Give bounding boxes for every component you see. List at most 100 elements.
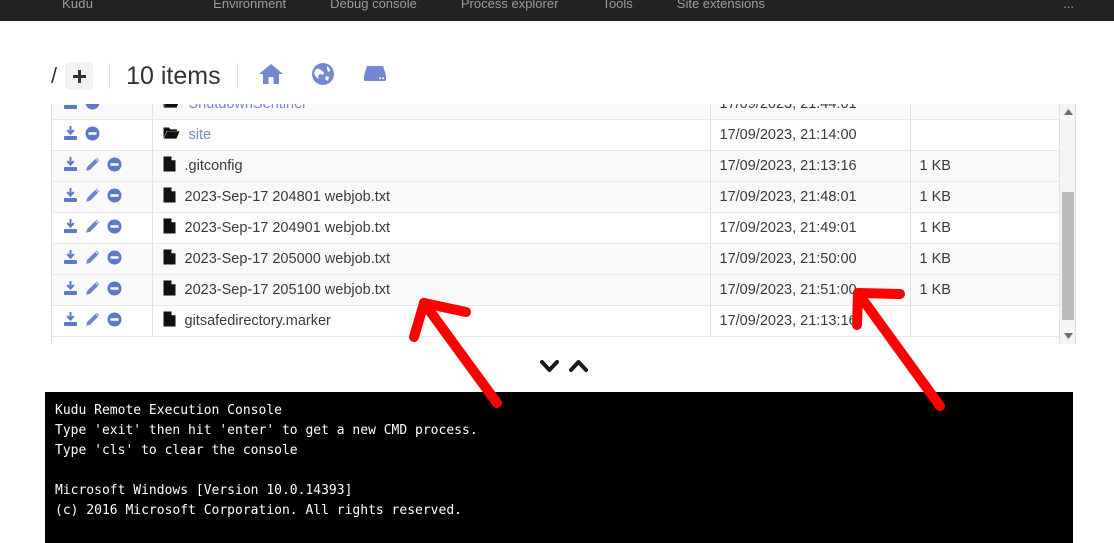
- row-name-label[interactable]: gitsafedirectory.marker: [185, 313, 331, 329]
- file-icon: [163, 187, 176, 207]
- row-modified-cell: 17/09/2023, 21:13:16: [709, 150, 910, 182]
- edit-pencil-icon[interactable]: [85, 312, 100, 331]
- chevron-up-icon[interactable]: [569, 360, 588, 378]
- row-actions-cell: [52, 150, 153, 182]
- breadcrumb-root[interactable]: /: [51, 63, 57, 89]
- file-icon: [163, 249, 176, 269]
- row-actions-cell: [52, 274, 153, 306]
- table-row[interactable]: .gitconfig 17/09/2023, 21:13:16 1 KB: [52, 150, 1060, 182]
- row-name-label[interactable]: .gitconfig: [185, 158, 243, 174]
- download-icon[interactable]: [63, 187, 78, 207]
- table-row[interactable]: gitsafedirectory.marker 17/09/2023, 21:13…: [52, 305, 1060, 337]
- download-icon[interactable]: [63, 311, 78, 331]
- nav-link-tools[interactable]: Tools: [602, 0, 632, 11]
- hard-drive-icon[interactable]: [362, 63, 388, 90]
- row-size-cell: [909, 119, 1060, 151]
- file-browser-header: / 10 items: [51, 54, 388, 98]
- row-modified-cell: 17/09/2023, 21:50:00: [709, 243, 910, 275]
- table-row[interactable]: ShutdownSentinel 17/09/2023, 21:44:01: [52, 104, 1060, 120]
- console-line: Type 'exit' then hit 'enter' to get a ne…: [55, 423, 478, 438]
- row-name-label[interactable]: site: [189, 127, 212, 143]
- scroll-down-arrow-icon[interactable]: [1060, 328, 1075, 344]
- edit-pencil-icon[interactable]: [85, 157, 100, 176]
- download-icon[interactable]: [63, 249, 78, 269]
- delete-minus-circle-icon[interactable]: [107, 250, 122, 269]
- table-row[interactable]: 2023-Sep-17 205000 webjob.txt 17/09/2023,…: [52, 243, 1060, 275]
- row-modified-cell: 17/09/2023, 21:44:01: [709, 104, 910, 120]
- row-name-cell: 2023-Sep-17 205100 webjob.txt: [152, 274, 710, 306]
- edit-pencil-icon[interactable]: [85, 281, 100, 300]
- table-row[interactable]: 2023-Sep-17 205100 webjob.txt 17/09/2023,…: [52, 274, 1060, 306]
- row-name-label[interactable]: 2023-Sep-17 204801 webjob.txt: [185, 189, 391, 205]
- scrollbar-thumb[interactable]: [1062, 192, 1074, 320]
- delete-minus-circle-icon[interactable]: [107, 312, 122, 331]
- row-name-cell: site: [152, 119, 710, 151]
- row-name-cell: 2023-Sep-17 205000 webjob.txt: [152, 243, 710, 275]
- download-icon[interactable]: [63, 280, 78, 300]
- console-line: Type 'cls' to clear the console: [55, 443, 298, 458]
- nav-link-process-explorer[interactable]: Process explorer: [461, 0, 559, 11]
- file-table-container: ShutdownSentinel 17/09/2023, 21:44:01 site…: [51, 104, 1076, 344]
- console-line: (c) 2016 Microsoft Corporation. All righ…: [55, 503, 462, 518]
- delete-minus-circle-icon[interactable]: [107, 219, 122, 238]
- table-row[interactable]: 2023-Sep-17 204901 webjob.txt 17/09/2023,…: [52, 212, 1060, 244]
- file-table: ShutdownSentinel 17/09/2023, 21:44:01 site…: [52, 104, 1060, 337]
- row-actions-cell: [52, 212, 153, 244]
- row-name-label[interactable]: 2023-Sep-17 205100 webjob.txt: [185, 282, 391, 298]
- chevron-down-icon[interactable]: [540, 360, 559, 378]
- navbar-links: Environment Debug console Process explor…: [213, 0, 765, 11]
- table-row[interactable]: 2023-Sep-17 204801 webjob.txt 17/09/2023,…: [52, 181, 1060, 213]
- download-icon[interactable]: [63, 125, 78, 145]
- row-name-cell: gitsafedirectory.marker: [152, 305, 710, 337]
- row-modified-cell: 17/09/2023, 21:51:00: [709, 274, 910, 306]
- row-size-cell: 1 KB: [909, 243, 1060, 275]
- row-actions-cell: [52, 104, 153, 120]
- row-name-label[interactable]: 2023-Sep-17 204901 webjob.txt: [185, 220, 391, 236]
- delete-minus-circle-icon[interactable]: [107, 281, 122, 300]
- navbar-user-menu[interactable]: ...: [1063, 0, 1074, 11]
- home-icon[interactable]: [258, 62, 284, 91]
- row-name-label[interactable]: 2023-Sep-17 205000 webjob.txt: [185, 251, 391, 267]
- globe-icon[interactable]: [311, 62, 335, 91]
- delete-minus-circle-icon[interactable]: [107, 188, 122, 207]
- nav-link-environment[interactable]: Environment: [213, 0, 286, 11]
- edit-pencil-icon[interactable]: [85, 188, 100, 207]
- download-icon[interactable]: [63, 218, 78, 238]
- row-modified-cell: 17/09/2023, 21:13:16: [709, 305, 910, 337]
- edit-pencil-icon[interactable]: [85, 219, 100, 238]
- scroll-up-arrow-icon[interactable]: [1060, 104, 1075, 120]
- row-name-cell: ShutdownSentinel: [152, 104, 710, 120]
- file-icon: [163, 311, 176, 331]
- download-icon[interactable]: [63, 104, 78, 114]
- folder-icon: [163, 104, 180, 113]
- file-table-body: ShutdownSentinel 17/09/2023, 21:44:01 site…: [52, 104, 1060, 337]
- row-name-cell: .gitconfig: [152, 150, 710, 182]
- row-modified-cell: 17/09/2023, 21:14:00: [709, 119, 910, 151]
- navbar-brand[interactable]: Kudu: [62, 0, 93, 11]
- kudu-console[interactable]: Kudu Remote Execution Console Type 'exit'…: [45, 392, 1073, 543]
- file-table-scrollbar[interactable]: [1059, 104, 1075, 344]
- row-size-cell: 1 KB: [909, 274, 1060, 306]
- add-file-button[interactable]: [65, 62, 94, 90]
- file-icon: [163, 156, 176, 176]
- row-size-cell: 1 KB: [909, 181, 1060, 213]
- nav-link-site-extensions[interactable]: Site extensions: [677, 0, 765, 11]
- plus-icon: [72, 69, 87, 84]
- row-size-cell: [909, 104, 1060, 120]
- row-modified-cell: 17/09/2023, 21:48:01: [709, 181, 910, 213]
- console-line: Microsoft Windows [Version 10.0.14393]: [55, 483, 353, 498]
- delete-minus-circle-icon[interactable]: [85, 104, 100, 114]
- row-name-label[interactable]: ShutdownSentinel: [189, 104, 306, 112]
- row-size-cell: 1 KB: [909, 212, 1060, 244]
- table-pager: [540, 360, 588, 378]
- download-icon[interactable]: [63, 156, 78, 176]
- delete-minus-circle-icon[interactable]: [107, 157, 122, 176]
- nav-link-debug-console[interactable]: Debug console: [330, 0, 417, 11]
- row-name-cell: 2023-Sep-17 204801 webjob.txt: [152, 181, 710, 213]
- table-row[interactable]: site 17/09/2023, 21:14:00: [52, 119, 1060, 151]
- delete-minus-circle-icon[interactable]: [85, 126, 100, 145]
- row-actions-cell: [52, 243, 153, 275]
- edit-pencil-icon[interactable]: [85, 250, 100, 269]
